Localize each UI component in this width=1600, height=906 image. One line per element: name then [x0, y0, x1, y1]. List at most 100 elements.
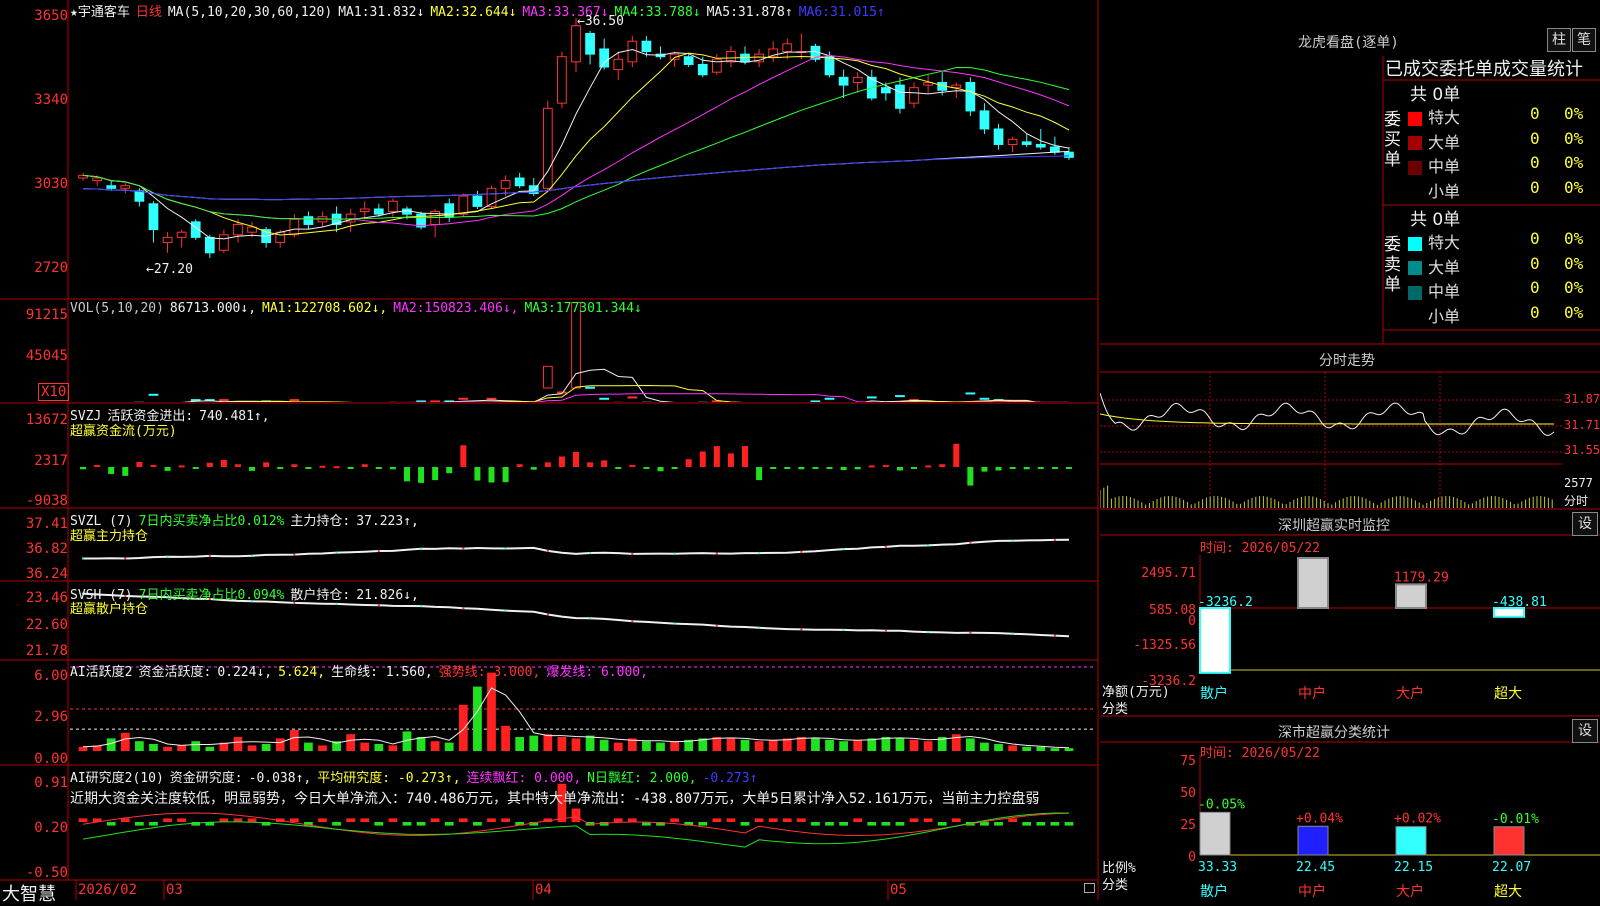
research-bar — [374, 822, 384, 826]
svzl-axis-tick: 37.41 — [25, 516, 68, 532]
period-label[interactable]: 日线 — [136, 5, 162, 20]
svsh-axis-tick: 23.46 — [25, 590, 68, 606]
color-swatch — [1408, 111, 1422, 126]
ai2-continuous: 连续飘红: 0.000, — [466, 771, 582, 786]
stock-name[interactable]: ★宇通客车 — [70, 5, 130, 20]
activity-bar — [318, 745, 327, 751]
activity-bar — [726, 738, 736, 751]
svsh-axis-tick: 22.60 — [25, 617, 68, 633]
activity-bar — [740, 739, 750, 751]
ai1-strongline: 强势线: 3.000, — [438, 665, 541, 680]
activity-bar — [768, 739, 778, 751]
activity-bar — [895, 738, 905, 751]
main-force-line-dot — [546, 549, 549, 552]
ai1-value: 0.224↓, — [217, 665, 273, 680]
svsh-subtitle: 超赢散户持仓 — [70, 602, 149, 617]
ma-line — [82, 52, 1070, 236]
activity-bar — [149, 744, 158, 751]
fund-flow-bar — [995, 466, 1002, 471]
fund-flow-bar — [291, 464, 298, 467]
buy-percent: 0% — [1564, 153, 1584, 172]
fund-flow-bar — [742, 446, 749, 467]
ai1-label: 资金活跃度: — [138, 665, 212, 680]
retail-line-dot — [335, 602, 338, 605]
color-swatch — [1408, 236, 1422, 251]
fund-flow-bar — [925, 465, 932, 468]
volume-bar — [219, 399, 229, 402]
ai1-value2: 5.624, — [278, 665, 326, 680]
monitor-axis-tick: 2495.71 — [1141, 566, 1196, 581]
svsh-axis-tick: 21.78 — [25, 643, 68, 659]
activity-bar — [261, 744, 271, 751]
research-bar — [881, 822, 891, 826]
vol-ma-value-1: MA1:122708.602↓, — [262, 301, 388, 316]
classify-category: 大户 — [1396, 884, 1424, 900]
classify-title: 深市超赢分类统计 — [1278, 725, 1390, 741]
activity-bar — [430, 741, 440, 751]
monitor-title: 深圳超赢实时监控 — [1278, 518, 1390, 534]
main-force-line-dot — [166, 555, 169, 558]
ratio-value-label: 22.45 — [1296, 860, 1335, 875]
retail-line-dot — [1053, 634, 1056, 637]
svzj-subtitle: 超赢资金流(万元) — [70, 424, 177, 439]
tick-view-button[interactable]: 笔 — [1572, 28, 1596, 52]
monitor-axis-tick: -1325.56 — [1133, 638, 1196, 653]
research-bar — [754, 818, 764, 822]
research-bar — [247, 818, 257, 822]
research-bar — [811, 822, 820, 826]
buy-row: 大单 0 0% — [1408, 129, 1600, 153]
activity-bar — [642, 741, 651, 751]
research-bar — [106, 822, 116, 826]
svzl-axis-tick: 36.24 — [25, 566, 68, 582]
buy-percent: 0% — [1564, 128, 1584, 148]
activity-bar — [233, 737, 243, 751]
main-force-line-dot — [1011, 539, 1014, 542]
activity-bar — [839, 741, 848, 751]
retail-line-dot — [969, 631, 972, 634]
volume-bar — [585, 386, 595, 389]
research-bar — [78, 818, 88, 822]
lock-icon[interactable] — [1084, 883, 1095, 893]
main-chart-area[interactable]: ★宇通客车 日线 MA(5,10,20,30,60,120) MA1:31.832↓ M… — [0, 0, 1100, 905]
ai2-comment: 近期大资金关注度较低，明显弱势，今日大单净流入：740.486万元，其中特大单净… — [70, 791, 1040, 807]
research-bar — [853, 818, 863, 822]
vol-ma-value-2: MA2:150823.406↓, — [393, 301, 519, 316]
main-force-line-dot — [335, 551, 338, 554]
ma-value-6: MA6:31.015↑ — [798, 5, 885, 20]
research-bar — [1008, 818, 1017, 822]
fund-flow-bar — [544, 462, 551, 467]
classify-settings-button[interactable]: 设 — [1572, 719, 1598, 743]
svsh-label: 散户持仓: — [290, 588, 351, 603]
fund-flow-bar — [488, 466, 495, 483]
volume-bar — [148, 393, 159, 396]
svzl-axis-tick: 36.82 — [25, 541, 68, 557]
activity-bar — [487, 672, 496, 751]
fund-flow-bar — [234, 464, 241, 467]
research-bar — [430, 818, 440, 822]
research-bar — [613, 818, 623, 822]
column-view-button[interactable]: 柱 — [1547, 28, 1571, 52]
vol-axis-tick: 91215 — [25, 307, 68, 323]
color-swatch — [1408, 310, 1422, 324]
research-bar — [768, 818, 778, 822]
activity-bar — [923, 741, 933, 751]
research-bar — [740, 822, 750, 826]
research-bar — [825, 822, 834, 826]
research-bar — [782, 818, 792, 822]
ratio-change-label: -0.05% — [1198, 797, 1245, 812]
intraday-price-line — [1100, 392, 1555, 436]
svzl-value: 37.223↑, — [356, 514, 419, 529]
activity-bar — [585, 735, 595, 751]
net-amount-bar — [1199, 607, 1231, 674]
buy-percent: 0% — [1564, 177, 1584, 197]
fund-flow-bar — [657, 466, 664, 472]
research-bar — [951, 818, 961, 822]
fund-flow-bar — [643, 466, 650, 469]
ai1-axis-tick: 0.00 — [34, 751, 68, 767]
fund-flow-bar — [220, 460, 227, 467]
activity-bar — [811, 738, 820, 751]
activity-bar — [163, 746, 172, 751]
fund-flow-bar — [178, 465, 185, 468]
monitor-settings-button[interactable]: 设 — [1572, 512, 1598, 536]
activity-bar — [1036, 746, 1046, 751]
